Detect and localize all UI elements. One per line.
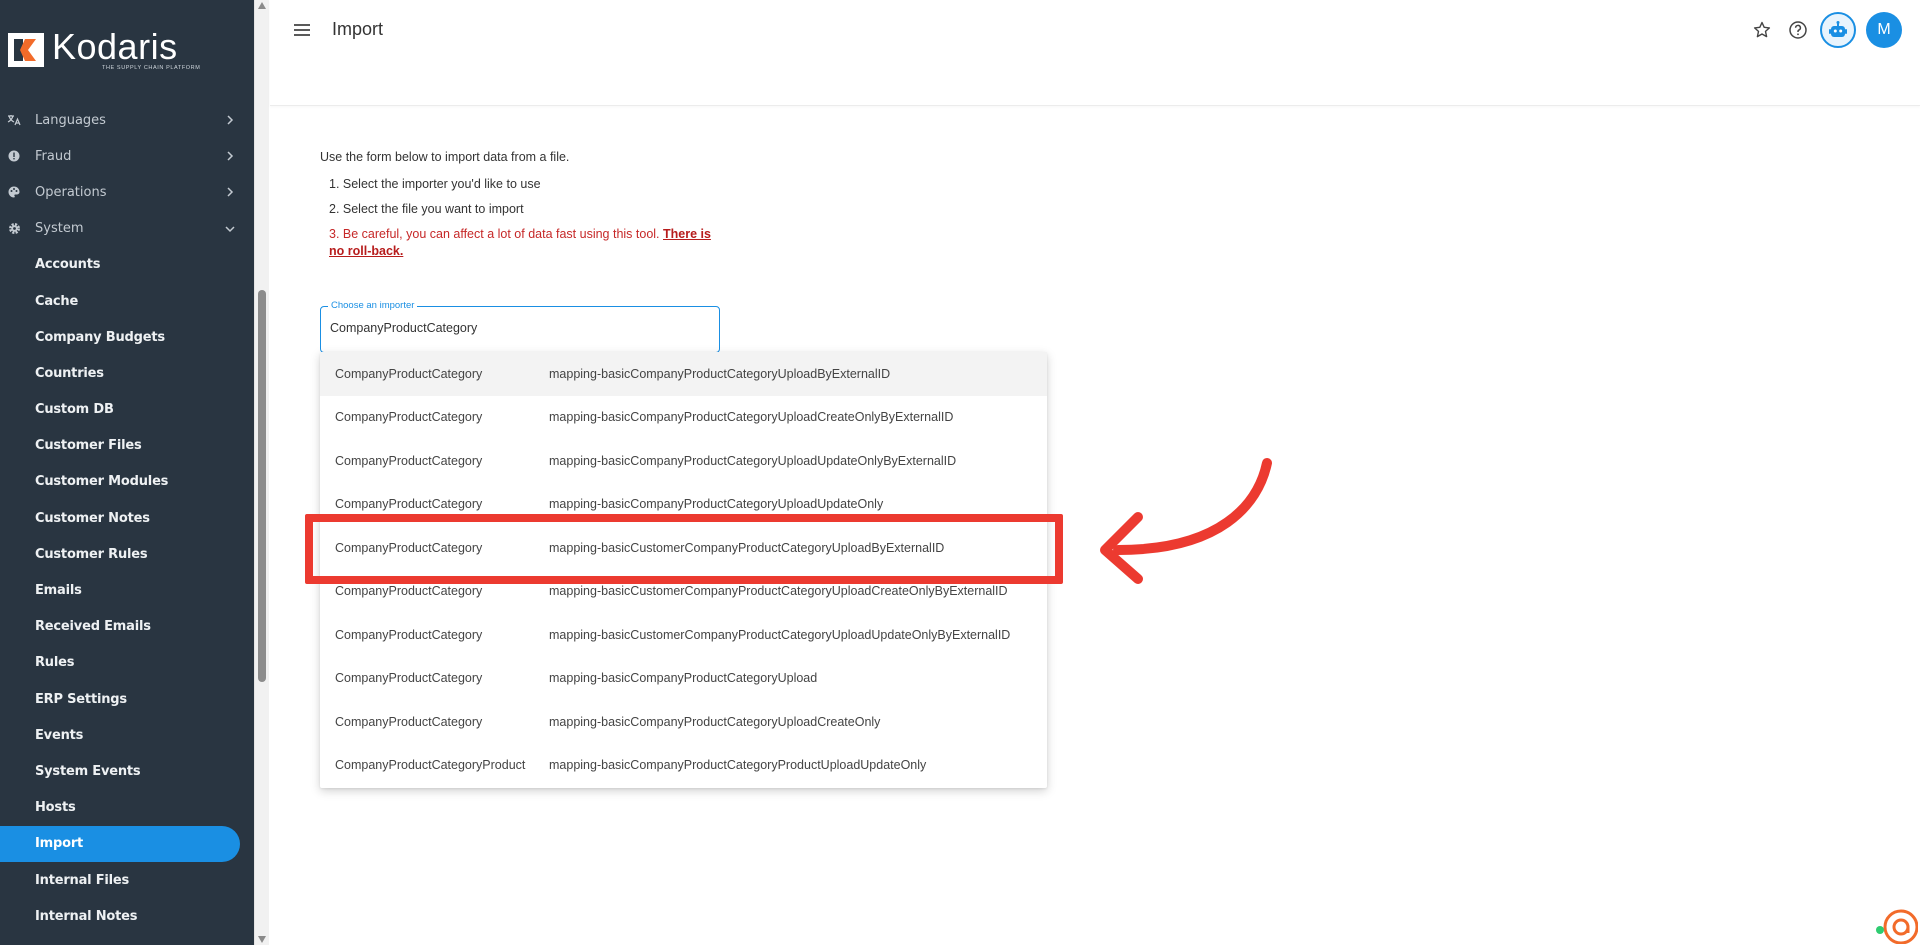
option-entity: CompanyProductCategory <box>335 671 483 686</box>
option-entity: CompanyProductCategoryProduct <box>335 758 526 773</box>
page-title: Import <box>332 19 384 39</box>
steps-list: 1. Select the importer you'd like to use… <box>329 176 721 260</box>
option-mapping: mapping-basicCustomerCompanyProductCateg… <box>549 584 1008 599</box>
assistant-bot-button[interactable] <box>1820 12 1856 48</box>
menu-toggle-button[interactable] <box>292 20 312 40</box>
sidebar-item-received-emails[interactable]: Received Emails <box>0 609 254 645</box>
sidebar-item-custom-db[interactable]: Custom DB <box>0 392 254 428</box>
importer-option[interactable]: CompanyProductCategory mapping-basicCompa… <box>320 439 1047 483</box>
chevron-right-icon <box>224 114 236 126</box>
option-mapping: mapping-basicCompanyProductCategoryUploa… <box>549 497 884 512</box>
scroll-down-arrow-icon[interactable] <box>258 936 266 943</box>
sidebar-scrollbar[interactable] <box>254 0 269 945</box>
annotation-highlight-box <box>305 514 1063 584</box>
step-3-warning: 3. Be careful, you can affect a lot of d… <box>329 226 721 260</box>
brand-tagline: THE SUPPLY CHAIN PLATFORM <box>102 64 201 71</box>
option-entity: CompanyProductCategory <box>335 453 483 468</box>
importer-select[interactable]: Choose an importer <box>320 300 720 353</box>
option-mapping: mapping-basicCompanyProductCategoryUploa… <box>549 366 891 381</box>
sidebar-item-accounts[interactable]: Accounts <box>0 247 254 283</box>
hamburger-line <box>294 29 310 31</box>
sidebar-item-rules[interactable]: Rules <box>0 645 254 681</box>
sidebar-group-fraud[interactable]: Fraud <box>0 138 254 174</box>
brand-name: Kodaris <box>52 25 178 67</box>
importer-option[interactable]: CompanyProductCategory mapping-basicCompa… <box>320 396 1047 440</box>
importer-option[interactable]: CompanyProductCategory mapping-basicCompa… <box>320 352 1047 396</box>
user-avatar[interactable]: M <box>1866 12 1902 48</box>
chevron-right-icon <box>224 150 236 162</box>
option-mapping: mapping-basicCompanyProductCategoryUploa… <box>549 453 957 468</box>
option-mapping: mapping-basicCompanyProductCategoryProdu… <box>549 758 927 773</box>
sidebar-item-hosts[interactable]: Hosts <box>0 790 254 826</box>
option-entity: CompanyProductCategory <box>335 497 483 512</box>
sidebar-item-emails[interactable]: Emails <box>0 572 254 608</box>
sidebar-group-languages[interactable]: Languages <box>0 102 254 138</box>
option-mapping: mapping-basicCompanyProductCategoryUploa… <box>549 671 818 686</box>
intro-text: Use the form below to import data from a… <box>320 150 570 164</box>
sidebar-item-internal-files[interactable]: Internal Files <box>0 862 254 898</box>
sidebar-item-company-budgets[interactable]: Company Budgets <box>0 319 254 355</box>
sidebar-item-customer-files[interactable]: Customer Files <box>0 428 254 464</box>
chevron-down-icon <box>224 223 236 235</box>
importer-option[interactable]: CompanyProductCategoryProduct mapping-bas… <box>320 744 1047 788</box>
sidebar-item-customer-rules[interactable]: Customer Rules <box>0 536 254 572</box>
importer-option[interactable]: CompanyProductCategory mapping-basicCompa… <box>320 700 1047 744</box>
option-mapping: mapping-basicCompanyProductCategoryUploa… <box>549 410 954 425</box>
sidebar-group-operations[interactable]: Operations <box>0 174 254 210</box>
favorite-star-icon[interactable] <box>1750 18 1774 42</box>
sidebar-item-customer-notes[interactable]: Customer Notes <box>0 500 254 536</box>
sidebar-group-label: System <box>35 221 84 237</box>
importer-option[interactable]: CompanyProductCategory mapping-basicCusto… <box>320 613 1047 657</box>
kodaris-logo-icon <box>8 31 46 69</box>
importer-input[interactable] <box>330 321 700 335</box>
import-instructions: Use the form below to import data from a… <box>320 150 721 268</box>
importer-label: Choose an importer <box>328 300 418 311</box>
palette-icon <box>7 185 21 199</box>
chevron-right-icon <box>224 186 236 198</box>
chat-widget-icon[interactable] <box>1874 900 1919 945</box>
option-entity: CompanyProductCategory <box>335 410 483 425</box>
scrollbar-thumb[interactable] <box>258 290 266 682</box>
sidebar-item-customer-modules[interactable]: Customer Modules <box>0 464 254 500</box>
sidebar-item-internal-notes[interactable]: Internal Notes <box>0 898 254 934</box>
sidebar-item-events[interactable]: Events <box>0 717 254 753</box>
help-icon[interactable] <box>1786 18 1810 42</box>
importer-option[interactable]: CompanyProductCategory mapping-basicCompa… <box>320 657 1047 701</box>
sidebar-group-label: Operations <box>35 184 107 200</box>
translate-icon <box>7 113 21 127</box>
option-entity: CompanyProductCategory <box>335 627 483 642</box>
sidebar-nav: Languages Fraud Operations System Accoun… <box>0 102 254 934</box>
hamburger-line <box>294 34 310 36</box>
gear-icon <box>7 222 21 236</box>
sidebar-item-import[interactable]: Import <box>0 825 240 862</box>
step-2: 2. Select the file you want to import <box>329 202 524 216</box>
option-mapping: mapping-basicCompanyProductCategoryUploa… <box>549 714 881 729</box>
sidebar-group-label: Languages <box>35 112 106 128</box>
sidebar-item-system-events[interactable]: System Events <box>0 753 254 789</box>
sidebar-item-countries[interactable]: Countries <box>0 355 254 391</box>
top-bar: Import M <box>270 0 1920 106</box>
hamburger-line <box>294 24 310 26</box>
annotation-arrow-icon <box>1100 458 1272 584</box>
kodaris-logo[interactable]: Kodaris THE SUPPLY CHAIN PLATFORM <box>8 28 200 72</box>
option-entity: CompanyProductCategory <box>335 584 483 599</box>
step-1: 1. Select the importer you'd like to use <box>329 177 541 191</box>
sidebar: Kodaris THE SUPPLY CHAIN PLATFORM Langua… <box>0 0 254 945</box>
alert-icon <box>7 149 21 163</box>
option-entity: CompanyProductCategory <box>335 714 483 729</box>
sidebar-item-cache[interactable]: Cache <box>0 283 254 319</box>
warning-text: 3. Be careful, you can affect a lot of d… <box>329 227 663 241</box>
scroll-up-arrow-icon[interactable] <box>258 2 266 9</box>
option-mapping: mapping-basicCustomerCompanyProductCateg… <box>549 627 1011 642</box>
sidebar-group-label: Fraud <box>35 148 72 164</box>
sidebar-group-system[interactable]: System <box>0 211 254 247</box>
robot-icon <box>1829 21 1847 37</box>
option-entity: CompanyProductCategory <box>335 366 483 381</box>
top-bar-actions: M <box>1738 12 1902 48</box>
sidebar-item-erp-settings[interactable]: ERP Settings <box>0 681 254 717</box>
